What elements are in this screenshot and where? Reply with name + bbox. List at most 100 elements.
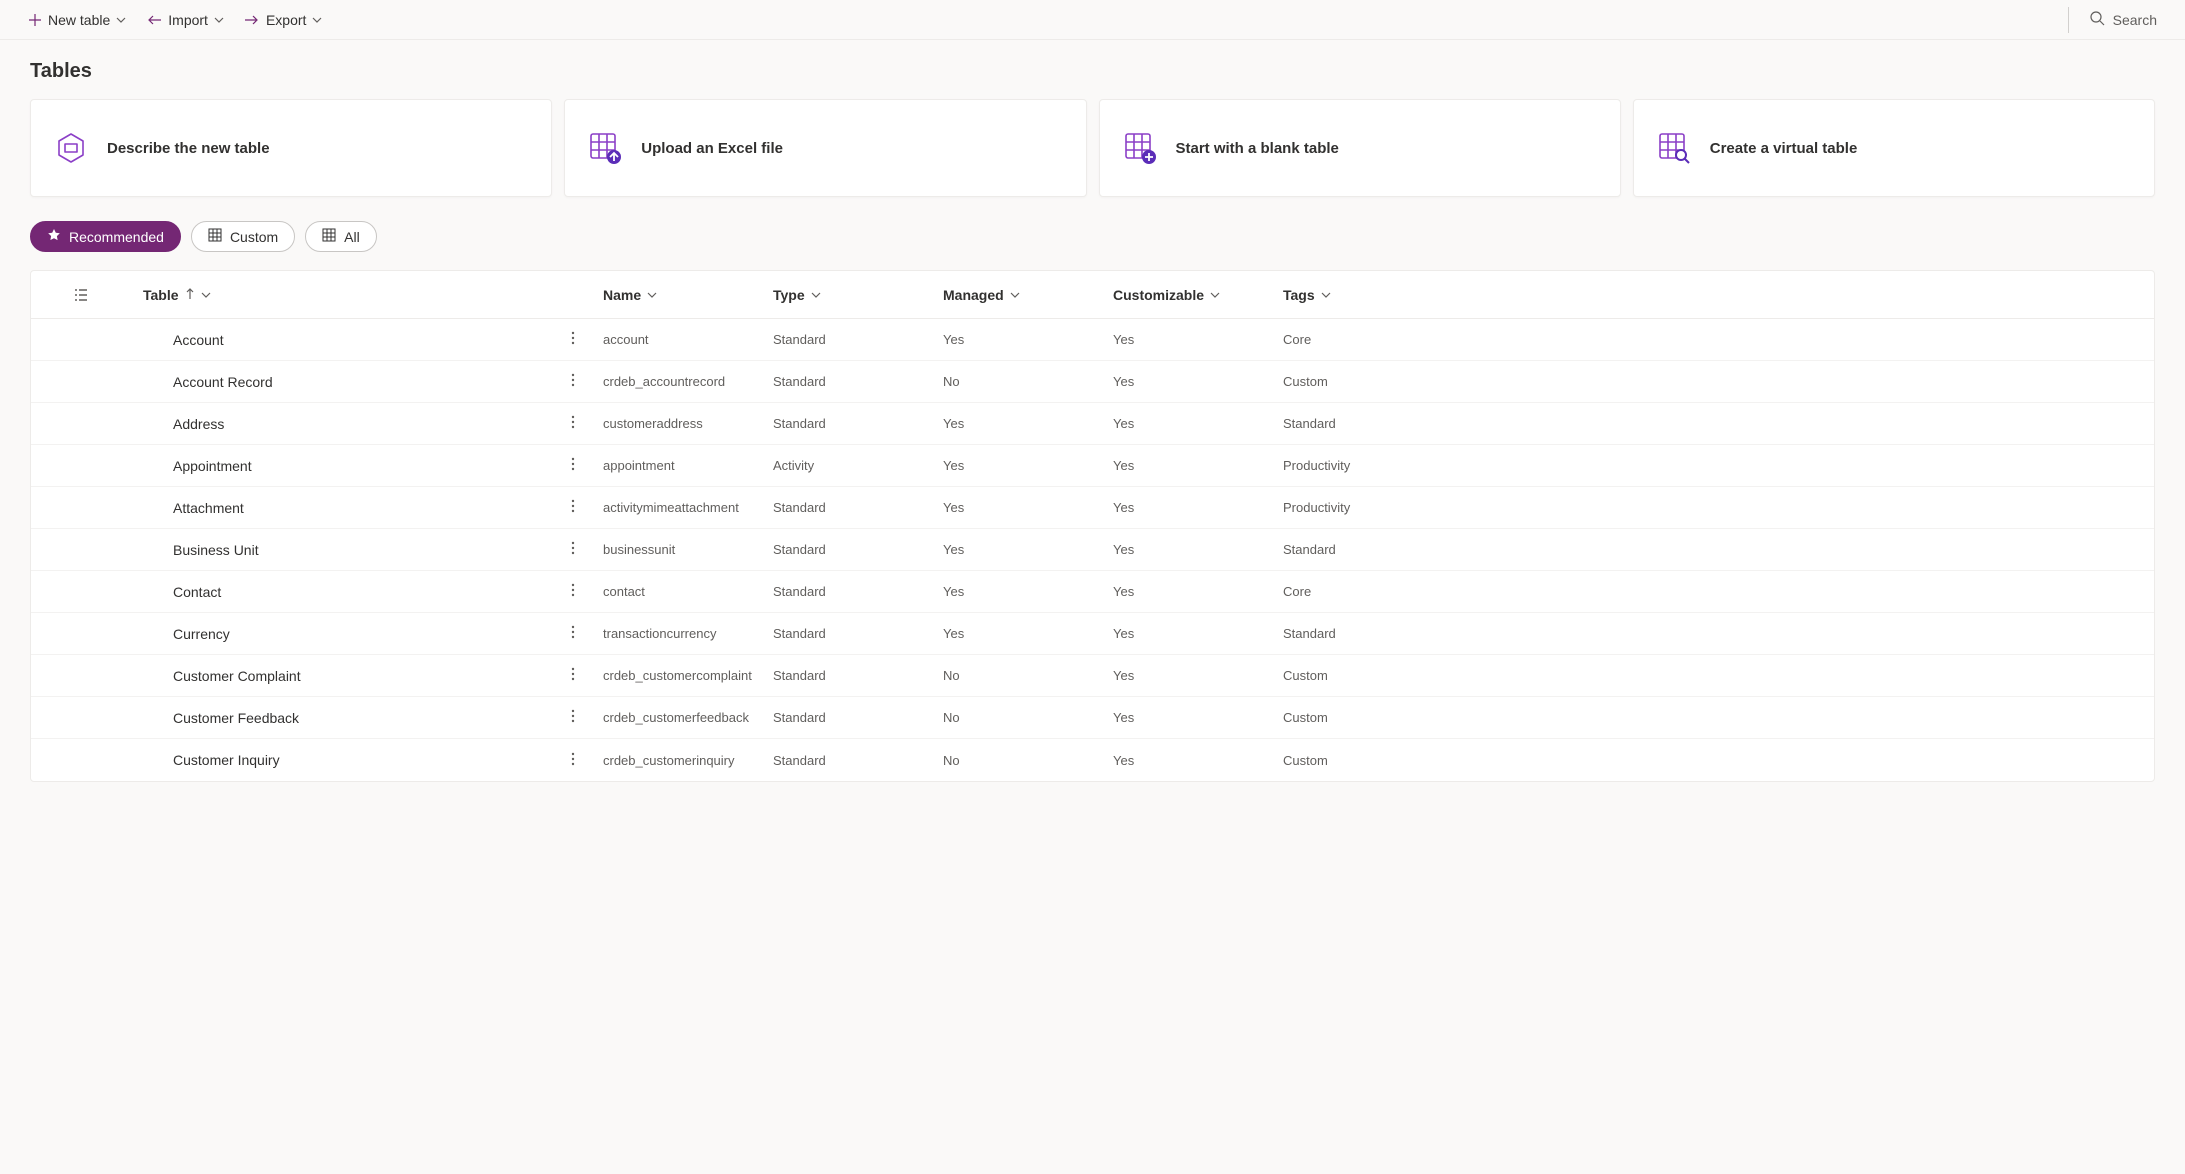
column-header-customizable[interactable]: Customizable [1101,287,1271,303]
cell-managed: Yes [931,332,1101,347]
cell-type: Standard [761,374,931,389]
import-button[interactable]: Import [138,8,232,32]
chevron-down-icon [214,12,224,28]
table-row[interactable]: Appointment appointment Activity Yes Yes… [31,445,2154,487]
table-row[interactable]: Address customeraddress Standard Yes Yes… [31,403,2154,445]
cell-tags: Custom [1271,710,2154,725]
cell-name: crdeb_customerinquiry [591,753,761,768]
card-label: Create a virtual table [1710,140,1858,157]
table-row[interactable]: Currency transactioncurrency Standard Ye… [31,613,2154,655]
cell-tags: Productivity [1271,458,2154,473]
cell-name: transactioncurrency [591,626,761,641]
search-button[interactable]: Search [2081,6,2165,33]
search-icon [2089,10,2105,29]
cell-name: activitymimeattachment [591,500,761,515]
more-actions-icon[interactable] [571,331,575,348]
export-icon [244,13,260,27]
column-header-name[interactable]: Name [591,287,761,303]
chevron-down-icon [1321,290,1331,300]
cell-table-value: Contact [173,584,221,600]
export-button[interactable]: Export [236,8,330,32]
more-actions-icon[interactable] [571,583,575,600]
table-row[interactable]: Business Unit businessunit Standard Yes … [31,529,2154,571]
column-label: Name [603,287,641,303]
cell-managed: Yes [931,584,1101,599]
table-header-row: Table Name Type Managed Customizable Tag… [31,271,2154,319]
cell-customizable: Yes [1101,374,1271,389]
filter-pills: Recommended Custom All [0,221,2185,270]
cell-name: appointment [591,458,761,473]
more-actions-icon[interactable] [571,415,575,432]
cell-name: crdeb_customercomplaint [591,668,761,683]
column-header-table[interactable]: Table [131,287,591,303]
card-label: Upload an Excel file [641,140,783,157]
column-header-managed[interactable]: Managed [931,287,1101,303]
card-describe-new-table[interactable]: Describe the new table [30,99,552,197]
table-row[interactable]: Customer Feedback crdeb_customerfeedback… [31,697,2154,739]
column-header-tags[interactable]: Tags [1271,287,2154,303]
cell-table: Attachment [131,500,591,516]
card-blank-table[interactable]: Start with a blank table [1099,99,1621,197]
more-actions-icon[interactable] [571,457,575,474]
filter-all[interactable]: All [305,221,377,252]
cell-table-value: Address [173,416,224,432]
cell-customizable: Yes [1101,710,1271,725]
cell-type: Standard [761,710,931,725]
action-cards: Describe the new table Upload an Excel f… [0,99,2185,221]
column-label: Customizable [1113,287,1204,303]
more-actions-icon[interactable] [571,752,575,769]
cell-tags: Standard [1271,626,2154,641]
more-actions-icon[interactable] [571,373,575,390]
cell-type: Standard [761,332,931,347]
new-table-button[interactable]: New table [20,8,134,32]
filter-custom[interactable]: Custom [191,221,295,252]
table-row[interactable]: Account Record crdeb_accountrecord Stand… [31,361,2154,403]
cell-table-value: Account Record [173,374,273,390]
table-row[interactable]: Contact contact Standard Yes Yes Core [31,571,2154,613]
filter-recommended[interactable]: Recommended [30,221,181,252]
cell-customizable: Yes [1101,753,1271,768]
cell-table: Customer Complaint [131,668,591,684]
card-upload-excel[interactable]: Upload an Excel file [564,99,1086,197]
more-actions-icon[interactable] [571,667,575,684]
chevron-down-icon [312,12,322,28]
cell-managed: Yes [931,626,1101,641]
cell-tags: Core [1271,584,2154,599]
cell-type: Standard [761,584,931,599]
cell-customizable: Yes [1101,542,1271,557]
cell-type: Standard [761,542,931,557]
cell-table-value: Appointment [173,458,252,474]
more-actions-icon[interactable] [571,625,575,642]
cell-type: Standard [761,500,931,515]
cell-customizable: Yes [1101,668,1271,683]
card-virtual-table[interactable]: Create a virtual table [1633,99,2155,197]
row-number-icon[interactable] [31,287,131,303]
cell-managed: No [931,710,1101,725]
copilot-icon [51,128,91,168]
cell-name: account [591,332,761,347]
cell-table-value: Customer Complaint [173,668,301,684]
table-row[interactable]: Attachment activitymimeattachment Standa… [31,487,2154,529]
cell-tags: Productivity [1271,500,2154,515]
cell-tags: Custom [1271,753,2154,768]
table-row[interactable]: Customer Inquiry crdeb_customerinquiry S… [31,739,2154,781]
cell-type: Standard [761,416,931,431]
sort-ascending-icon [185,287,195,303]
table-row[interactable]: Customer Complaint crdeb_customercomplai… [31,655,2154,697]
table-body: Account account Standard Yes Yes Core Ac… [31,319,2154,781]
cell-table: Address [131,416,591,432]
table-row[interactable]: Account account Standard Yes Yes Core [31,319,2154,361]
more-actions-icon[interactable] [571,709,575,726]
cell-type: Standard [761,668,931,683]
column-header-type[interactable]: Type [761,287,931,303]
filter-label: All [344,229,360,245]
more-actions-icon[interactable] [571,541,575,558]
more-actions-icon[interactable] [571,499,575,516]
cell-name: crdeb_customerfeedback [591,710,761,725]
column-label: Table [143,287,179,303]
tables-grid: Table Name Type Managed Customizable Tag… [30,270,2155,782]
cell-table-value: Business Unit [173,542,259,558]
cell-table-value: Currency [173,626,230,642]
cell-table: Account [131,332,591,348]
cell-tags: Custom [1271,374,2154,389]
